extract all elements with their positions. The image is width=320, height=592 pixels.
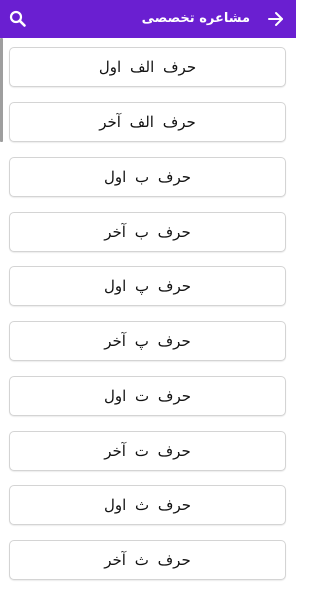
list-item-label: حرف الف اول bbox=[98, 58, 197, 76]
list-item-be-last[interactable]: حرف ب آخر bbox=[9, 212, 286, 252]
list-item-pe-first[interactable]: حرف پ اول bbox=[9, 266, 286, 306]
list-item-te-first[interactable]: حرف ت اول bbox=[9, 376, 286, 416]
list-item-alef-first[interactable]: حرف الف اول bbox=[9, 47, 286, 87]
list-item-se-last[interactable]: حرف ث آخر bbox=[9, 540, 286, 580]
list-item-label: حرف ث اول bbox=[103, 496, 192, 514]
search-icon[interactable] bbox=[6, 7, 30, 31]
list-item-label: حرف ث آخر bbox=[104, 551, 191, 569]
scrollbar[interactable] bbox=[0, 38, 3, 142]
list-item-label: حرف ت اول bbox=[103, 387, 192, 405]
list-item-label: حرف ت آخر bbox=[104, 442, 191, 460]
list-item-label: حرف پ اول bbox=[103, 277, 192, 295]
page-title: مشاعره تخصصی bbox=[141, 11, 250, 26]
arrow-forward-icon[interactable] bbox=[264, 7, 288, 31]
list-item-label: حرف الف آخر bbox=[99, 113, 196, 131]
list-item-alef-last[interactable]: حرف الف آخر bbox=[9, 102, 286, 142]
list-item-label: حرف ب اول bbox=[103, 168, 192, 186]
list-item-label: حرف ب آخر bbox=[104, 223, 191, 241]
list-item-be-first[interactable]: حرف ب اول bbox=[9, 157, 286, 197]
list-item-pe-last[interactable]: حرف پ آخر bbox=[9, 321, 286, 361]
letter-list: حرف الف اول حرف الف آخر حرف ب اول حرف ب … bbox=[0, 38, 296, 592]
app-bar: مشاعره تخصصی bbox=[0, 0, 296, 38]
list-item-te-last[interactable]: حرف ت آخر bbox=[9, 431, 286, 471]
list-item-se-first[interactable]: حرف ث اول bbox=[9, 485, 286, 525]
list-item-label: حرف پ آخر bbox=[104, 332, 191, 350]
